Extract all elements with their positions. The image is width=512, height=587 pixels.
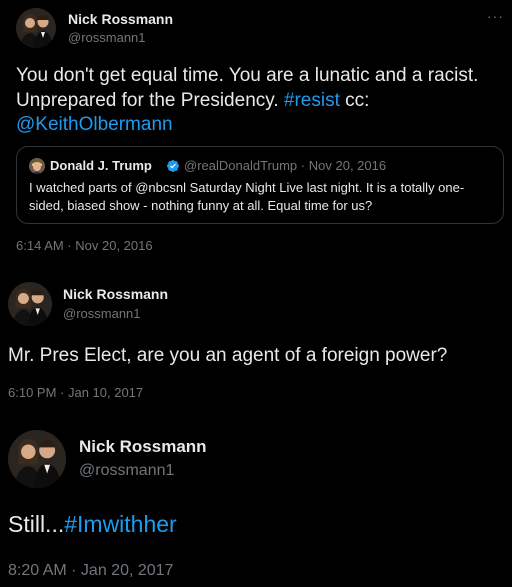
hashtag-link[interactable]: #resist	[284, 90, 340, 111]
avatar[interactable]	[8, 430, 66, 488]
quoted-author-handle[interactable]: @realDonaldTrump · Nov 20, 2016	[184, 158, 386, 173]
author-name[interactable]: Nick Rossmann	[63, 286, 168, 302]
author-name[interactable]: Nick Rossmann	[68, 11, 173, 27]
author-handle[interactable]: @rossmann1	[79, 462, 174, 480]
avatar[interactable]	[16, 8, 56, 48]
quoted-author-name[interactable]: Donald J. Trump	[50, 158, 152, 173]
tweet-1[interactable]: Nick Rossmann @rossmann1 ··· You don't g…	[0, 0, 512, 262]
tweet-timestamp[interactable]: 6:14 AM · Nov 20, 2016	[16, 238, 153, 253]
verified-badge-icon	[167, 160, 179, 172]
author-handle[interactable]: @rossmann1	[63, 306, 141, 321]
more-horizontal-icon[interactable]: ···	[487, 8, 504, 24]
tweet-text: You don't get equal time. You are a luna…	[16, 64, 496, 138]
tweet-text-part: You don't get equal time. You are a luna…	[16, 65, 479, 111]
mention-link[interactable]: @KeithOlbermann	[16, 114, 173, 135]
author-name[interactable]: Nick Rossmann	[79, 437, 207, 457]
quoted-tweet-text: I watched parts of @nbcsnl Saturday Nigh…	[29, 180, 465, 213]
quoted-handle-text[interactable]: @realDonaldTrump	[184, 158, 297, 173]
tweet-timestamp[interactable]: 8:20 AM · Jan 20, 2017	[8, 562, 173, 580]
avatar[interactable]	[8, 282, 52, 326]
separator-dot: ·	[300, 158, 306, 173]
hashtag-link[interactable]: #Imwithher	[64, 511, 176, 537]
tweet-text-part: Still...	[8, 511, 65, 537]
author-handle[interactable]: @rossmann1	[68, 30, 146, 45]
tweet-timestamp[interactable]: 6:10 PM · Jan 10, 2017	[8, 385, 143, 400]
tweet-2[interactable]: Nick Rossmann @rossmann1 Mr. Pres Elect,…	[0, 272, 512, 412]
tweet-text: Still...#Imwithher	[8, 510, 508, 540]
quoted-tweet[interactable]: Donald J. Trump @realDonaldTrump · Nov 2…	[16, 146, 504, 224]
quoted-date[interactable]: Nov 20, 2016	[309, 158, 386, 173]
quoted-avatar[interactable]	[29, 158, 45, 174]
tweet-text: Mr. Pres Elect, are you an agent of a fo…	[8, 345, 448, 366]
tweet-text-part: cc:	[339, 89, 370, 111]
tweet-3[interactable]: Nick Rossmann @rossmann1 Still...#Imwith…	[0, 418, 512, 587]
